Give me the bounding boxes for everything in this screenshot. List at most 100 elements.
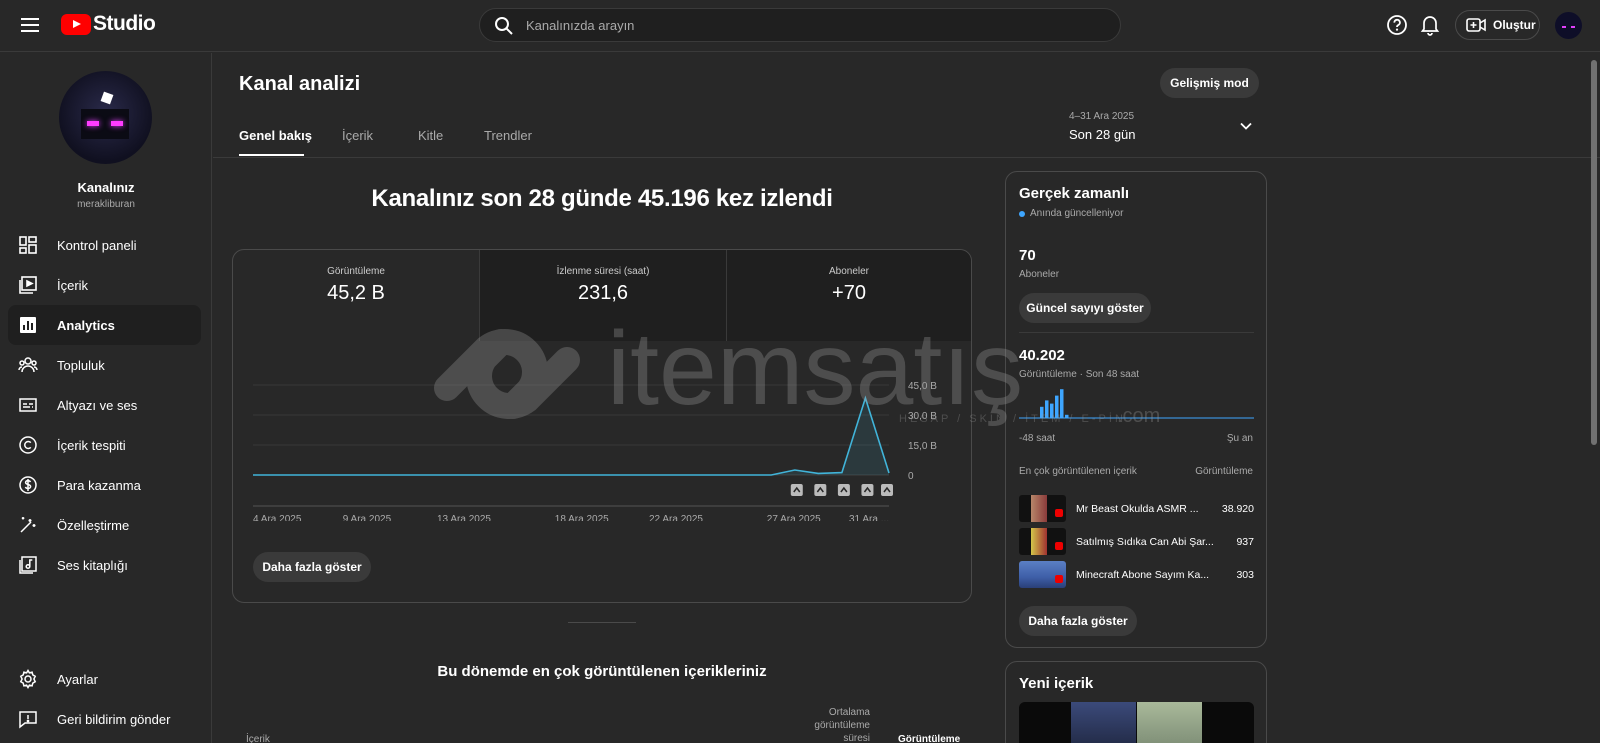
chevron-down-icon[interactable]: [1238, 118, 1254, 134]
video-views: 303: [1236, 568, 1254, 581]
tab-content[interactable]: İçerik: [342, 128, 373, 143]
chart-point: [605, 474, 607, 476]
dashboard-icon: [18, 235, 38, 255]
create-button[interactable]: Oluştur: [1455, 10, 1540, 40]
realtime-bar[interactable]: [1040, 406, 1044, 418]
new-content-thumbnail[interactable]: [1019, 702, 1254, 743]
video-title[interactable]: Mr Beast Okulda ASMR ...: [1076, 503, 1219, 515]
sidebar-item-subtitles[interactable]: Altyazı ve ses: [8, 385, 201, 425]
new-content-card: Yeni içerik: [1005, 661, 1267, 743]
tab-trends[interactable]: Trendler: [484, 128, 532, 143]
x-tick-label: 4 Ara 2025: [253, 514, 302, 521]
scrollbar[interactable]: [1591, 60, 1597, 445]
chart-point: [770, 474, 772, 476]
sidebar-item-community[interactable]: Topluluk: [8, 345, 201, 385]
sidebar-item-label: Ayarlar: [57, 671, 98, 687]
realtime-bar[interactable]: [1055, 395, 1059, 418]
youtube-studio-logo[interactable]: Studio: [61, 12, 156, 36]
video-title[interactable]: Minecraft Abone Sayım Ka...: [1076, 569, 1219, 581]
video-published-icon: [881, 484, 893, 496]
x-tick-label: 13 Ara 2025: [437, 514, 491, 521]
realtime-subscribers-label: Aboneler: [1019, 269, 1060, 280]
x-tick-label: 31 Ara ...: [849, 514, 889, 521]
realtime-bar[interactable]: [1045, 400, 1049, 418]
chart-point: [535, 474, 537, 476]
column-header-views[interactable]: Görüntüleme: [898, 734, 960, 743]
chart-point: [558, 474, 560, 476]
video-thumbnail[interactable]: [1019, 495, 1066, 522]
sidebar-item-monetization[interactable]: Para kazanma: [8, 465, 201, 505]
sidebar-item-label: Geri bildirim gönder: [57, 711, 171, 727]
sidebar-item-audio-library[interactable]: Ses kitaplığı: [8, 545, 201, 585]
search-input[interactable]: [526, 9, 1086, 41]
realtime-list-header: En çok görüntülenen içerik: [1019, 466, 1137, 477]
video-thumbnail[interactable]: [1019, 528, 1066, 555]
chart-point: [841, 472, 843, 474]
bell-icon[interactable]: [1420, 14, 1440, 36]
chart-point: [700, 474, 702, 476]
realtime-subscribers: 70: [1019, 247, 1036, 264]
y-tick-label: 45,0 B: [908, 381, 937, 392]
y-tick-label: 0: [908, 471, 914, 482]
sidebar-item-customization[interactable]: Özelleştirme: [8, 505, 201, 545]
search-icon[interactable]: [494, 16, 514, 36]
sidebar-item-content[interactable]: İçerik: [8, 265, 201, 305]
chart-point: [652, 474, 654, 476]
list-item[interactable]: Satılmış Sıdıka Can Abi Şar... 937: [1019, 527, 1254, 556]
video-thumbnail[interactable]: [1019, 561, 1066, 588]
channel-avatar[interactable]: [59, 71, 152, 164]
realtime-live-label: Anında güncelleniyor: [1030, 208, 1124, 219]
realtime-axis-start: -48 saat: [1019, 433, 1056, 444]
realtime-bar[interactable]: [1060, 389, 1064, 418]
chart-point: [464, 474, 466, 476]
chart-point: [747, 474, 749, 476]
sidebar-item-label: Özelleştirme: [57, 517, 130, 533]
tab-overview[interactable]: Genel bakış: [239, 128, 312, 143]
subtitles-icon: [18, 395, 38, 415]
date-range-picker[interactable]: 4–31 Ara 2025 Son 28 gün: [1069, 111, 1136, 142]
realtime-show-more-button[interactable]: Daha fazla göster: [1019, 606, 1137, 636]
sidebar-item-label: Altyazı ve ses: [57, 397, 138, 413]
column-header-content[interactable]: İçerik: [246, 734, 270, 743]
sidebar-item-dashboard[interactable]: Kontrol paneli: [8, 225, 201, 265]
metric-views[interactable]: Görüntüleme 45,2 B: [233, 250, 479, 341]
column-header-avg-duration[interactable]: Ortalama görüntüleme süresi: [800, 706, 870, 743]
metric-watch-time[interactable]: İzlenme süresi (saat) 231,6: [479, 250, 726, 341]
realtime-views-label: Görüntüleme · Son 48 saat: [1019, 369, 1140, 380]
video-title[interactable]: Satılmış Sıdıka Can Abi Şar...: [1076, 536, 1219, 548]
chart-point: [370, 474, 372, 476]
list-item[interactable]: Mr Beast Okulda ASMR ... 38.920: [1019, 494, 1254, 523]
menu-icon[interactable]: [18, 14, 42, 38]
video-published-icon: [790, 484, 803, 496]
account-avatar[interactable]: [1555, 12, 1582, 39]
analytics-icon: [18, 315, 38, 335]
chart-point: [276, 474, 278, 476]
realtime-bar[interactable]: [1065, 414, 1069, 418]
list-item[interactable]: Minecraft Abone Sayım Ka... 303: [1019, 560, 1254, 589]
show-live-count-button[interactable]: Güncel sayıyı göster: [1019, 293, 1151, 323]
video-published-icon: [861, 484, 874, 496]
advanced-mode-button[interactable]: Gelişmiş mod: [1160, 68, 1259, 98]
realtime-title: Gerçek zamanlı: [1019, 185, 1130, 202]
help-icon[interactable]: [1386, 14, 1408, 36]
sidebar-item-feedback[interactable]: Geri bildirim gönder: [8, 699, 201, 739]
show-more-button[interactable]: Daha fazla göster: [253, 552, 371, 582]
chart-point: [629, 474, 631, 476]
sidebar-item-analytics[interactable]: Analytics: [8, 305, 201, 345]
y-tick-label: 15,0 B: [908, 441, 937, 452]
dollar-icon: [18, 475, 38, 495]
sidebar-item-settings[interactable]: Ayarlar: [8, 659, 201, 699]
sidebar-item-content-detection[interactable]: İçerik tespiti: [8, 425, 201, 465]
create-label: Oluştur: [1493, 18, 1536, 32]
metric-label: Görüntüleme: [327, 266, 385, 277]
realtime-divider: [1019, 332, 1254, 333]
realtime-bar[interactable]: [1050, 403, 1054, 418]
metric-value: +70: [832, 282, 866, 304]
video-published-icon: [837, 484, 850, 496]
tab-audience[interactable]: Kitle: [418, 128, 443, 143]
chart-point: [299, 474, 301, 476]
youtube-logo-icon: [61, 13, 91, 35]
metric-subscribers[interactable]: Aboneler +70: [726, 250, 971, 341]
x-tick-label: 27 Ara 2025: [767, 514, 821, 521]
search-bar[interactable]: [479, 8, 1121, 42]
